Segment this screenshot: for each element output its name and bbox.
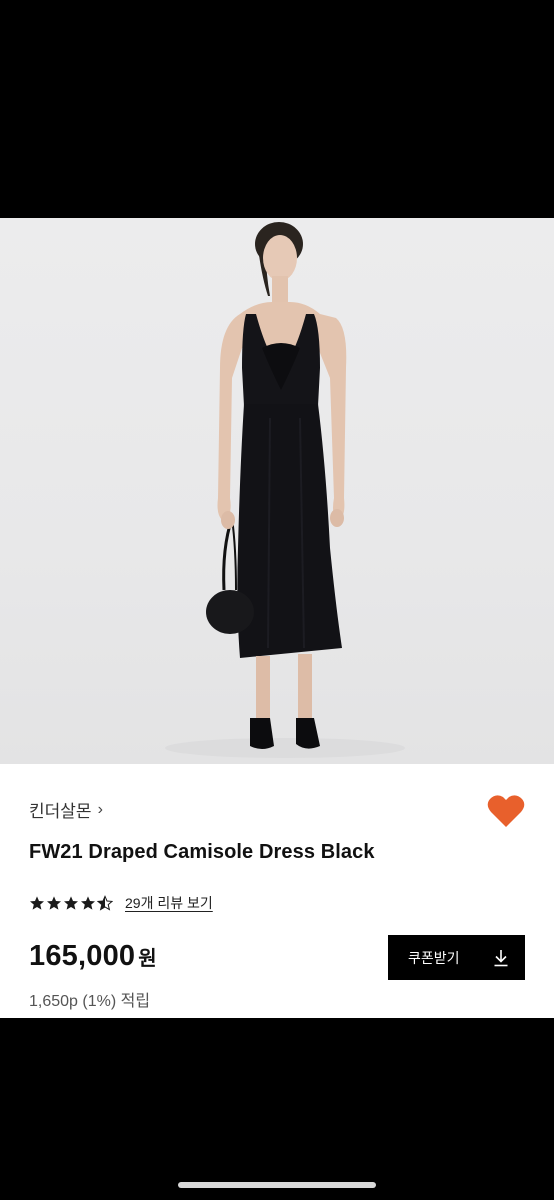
price-currency: 원 — [138, 948, 157, 970]
half-star-icon — [97, 895, 113, 911]
download-icon — [494, 949, 508, 966]
reward-points: 1,650p (1%) 적립 — [29, 993, 151, 1010]
product-screen: 킨더살몬 › FW21 Draped Camisole Dress Black … — [0, 0, 554, 1200]
coupon-button[interactable]: 쿠폰받기 — [388, 935, 525, 980]
top-black-area — [0, 0, 554, 218]
wishlist-button[interactable] — [487, 794, 525, 828]
rating-stars — [29, 895, 113, 911]
price: 165,000 원 — [29, 940, 157, 973]
heart-icon — [487, 795, 525, 827]
brand-name: 킨더살몬 — [29, 802, 92, 821]
product-title: FW21 Draped Camisole Dress Black — [29, 841, 375, 863]
star-icon — [81, 896, 95, 910]
model-photo — [165, 222, 405, 758]
coupon-button-label: 쿠폰받기 — [408, 949, 460, 966]
star-icon — [64, 896, 78, 910]
price-amount: 165,000 — [29, 940, 136, 972]
product-image[interactable] — [0, 218, 554, 764]
rating-row: 29개 리뷰 보기 — [29, 893, 213, 913]
brand-link[interactable]: 킨더살몬 › — [29, 797, 103, 822]
chevron-right-icon: › — [97, 800, 103, 818]
star-icon — [30, 896, 44, 910]
bottom-black-area — [0, 1018, 554, 1200]
review-link[interactable]: 29개 리뷰 보기 — [125, 893, 213, 913]
product-info-panel: 킨더살몬 › FW21 Draped Camisole Dress Black … — [0, 764, 554, 1018]
star-icon — [47, 896, 61, 910]
home-indicator[interactable] — [178, 1182, 376, 1188]
